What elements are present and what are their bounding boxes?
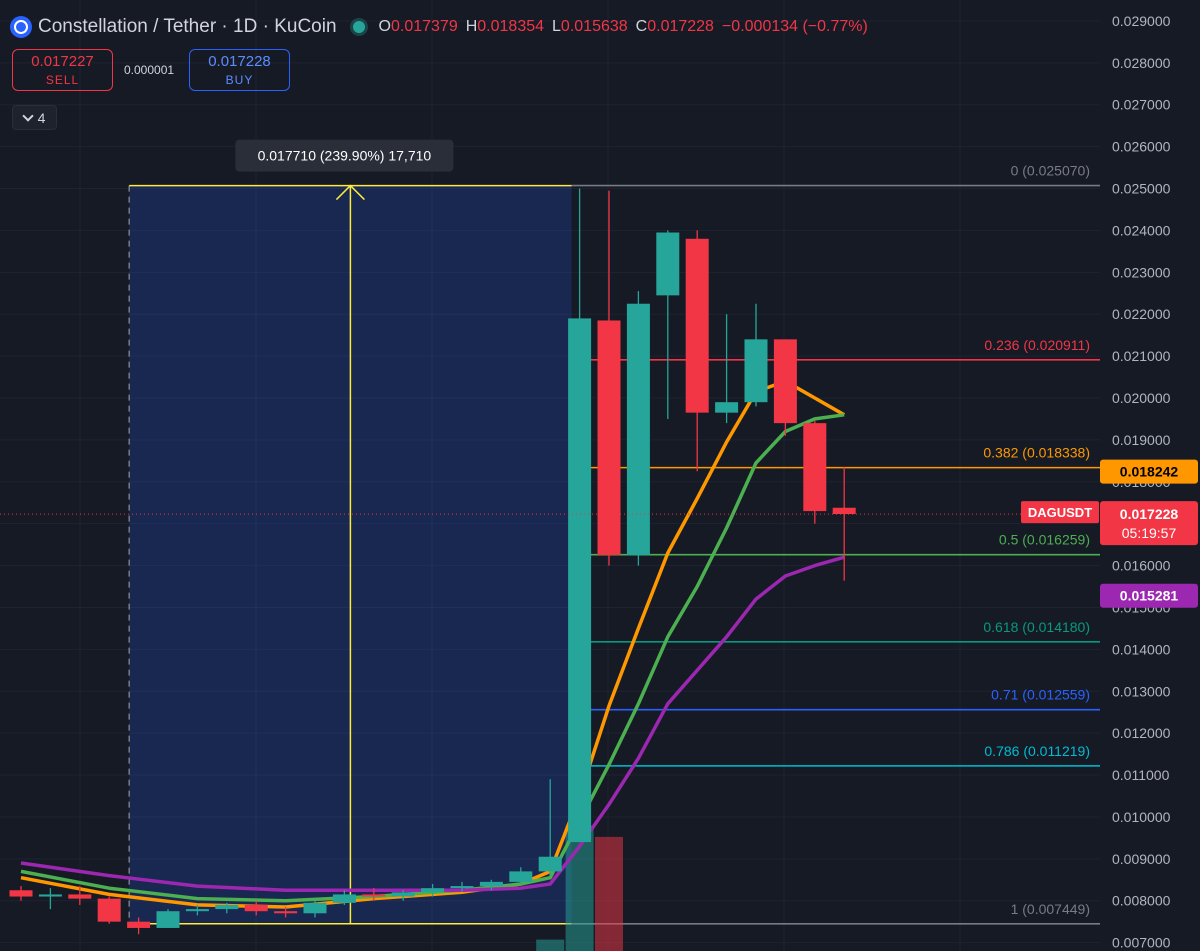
candle <box>773 339 797 436</box>
price-axis-tick: 0.022000 <box>1112 306 1171 322</box>
bar-countdown: 05:19:57 <box>1122 525 1177 541</box>
fib-retracement: 0 (0.025070) 0.236 (0.020911) 0.382 (0.018… <box>571 163 1100 925</box>
fib-level-label: 1 (0.007449) <box>1011 901 1090 917</box>
fib-level-label: 0 (0.025070) <box>1011 163 1090 179</box>
candle <box>656 230 680 419</box>
candle <box>38 888 62 910</box>
price-axis-tick: 0.010000 <box>1112 809 1171 825</box>
candle-body <box>803 423 827 512</box>
candle-body <box>685 238 709 413</box>
candle-body <box>127 921 151 928</box>
candle-body <box>244 904 268 912</box>
candle <box>597 190 621 566</box>
price-axis-tick: 0.024000 <box>1112 222 1171 238</box>
candle <box>803 421 827 524</box>
price-axis-tick: 0.012000 <box>1112 725 1171 741</box>
symbol-tag: DAGUSDT <box>1028 505 1092 520</box>
candle-body <box>38 894 62 897</box>
candle-body <box>479 881 503 887</box>
candle-body <box>68 894 92 899</box>
indicators-toggle-button[interactable]: 4 <box>12 105 57 130</box>
price-axis-tick: 0.019000 <box>1112 432 1171 448</box>
candle-body <box>332 894 356 903</box>
candle <box>715 314 739 424</box>
volume-bar <box>536 939 565 951</box>
price-axis-tick: 0.016000 <box>1112 558 1171 574</box>
chart-header: Constellation / Tether · 1D · KuCoin O0.… <box>10 14 868 40</box>
candle-body <box>715 402 739 413</box>
price-axis-tick: 0.026000 <box>1112 139 1171 155</box>
fib-level-label: 0.236 (0.020911) <box>984 337 1090 353</box>
ohlc-legend: O0.017379 H0.018354 L0.015638 C0.017228 … <box>378 18 868 35</box>
candle-body <box>832 507 856 515</box>
symbol-title[interactable]: Constellation / Tether · 1D · KuCoin <box>38 16 337 38</box>
price-chart[interactable]: 0.017710 (239.90%) 17,710 0 (0.025070) 0.2… <box>0 0 1200 951</box>
fib-level-label: 0.618 (0.014180) <box>983 619 1090 635</box>
ma-value-label: 0.015281 <box>1120 588 1179 604</box>
candle-body <box>597 320 621 556</box>
measure-label: 0.017710 (239.90%) 17,710 <box>258 148 432 164</box>
chevron-down-icon <box>21 109 34 122</box>
price-axis-tick: 0.007000 <box>1112 935 1171 951</box>
buy-label: BUY <box>225 73 254 87</box>
price-axis-tick: 0.021000 <box>1112 348 1171 364</box>
candle <box>9 886 33 901</box>
candle-body <box>773 339 797 424</box>
candle-body <box>744 339 768 403</box>
candle-body <box>421 888 445 893</box>
candle-body <box>215 904 239 910</box>
price-axis-tick: 0.023000 <box>1112 264 1171 280</box>
buy-button[interactable]: 0.017228 BUY <box>189 49 290 91</box>
sell-price: 0.017227 <box>31 53 94 70</box>
candle <box>626 291 650 566</box>
candle-body <box>362 894 386 897</box>
candle-body <box>303 902 327 914</box>
candle-body <box>626 303 650 556</box>
candle-body <box>391 892 415 897</box>
candle-body <box>509 871 533 882</box>
price-axis-tick: 0.008000 <box>1112 893 1171 909</box>
candle-body <box>450 886 474 889</box>
indicators-count: 4 <box>37 109 46 126</box>
price-axis: 0.007000 0.008000 0.009000 0.010000 0.011000… <box>1021 0 1200 951</box>
price-axis-tick: 0.013000 <box>1112 683 1171 699</box>
volume-bar <box>595 836 623 951</box>
market-open-icon <box>352 21 365 33</box>
fib-level-label: 0.786 (0.011219) <box>984 743 1090 759</box>
candle-body <box>97 898 121 922</box>
price-axis-tick: 0.020000 <box>1112 390 1171 406</box>
last-price-value: 0.017228 <box>1120 506 1179 522</box>
fib-level-label: 0.382 (0.018338) <box>983 445 1090 461</box>
candle-body <box>156 911 180 928</box>
buy-price: 0.017228 <box>208 53 271 70</box>
sell-button[interactable]: 0.017227 SELL <box>12 49 113 91</box>
fib-level-label: 0.5 (0.016259) <box>999 532 1090 548</box>
price-change: −0.000134 (−0.77%) <box>721 18 868 35</box>
constellation-logo-icon <box>10 16 32 38</box>
candle-body <box>185 909 209 912</box>
fib-level-label: 0.71 (0.012559) <box>991 687 1090 703</box>
candle <box>97 896 121 924</box>
candle-body <box>568 318 592 843</box>
price-axis-tick: 0.014000 <box>1112 641 1171 657</box>
spread-value: 0.000001 <box>124 63 175 77</box>
candle <box>156 909 180 928</box>
candle <box>685 230 709 472</box>
ma-value-label: 0.018242 <box>1120 464 1179 480</box>
candle-body <box>274 911 298 914</box>
candle-body <box>9 890 33 897</box>
price-axis-tick: 0.025000 <box>1112 181 1171 197</box>
price-axis-tick: 0.028000 <box>1112 55 1171 71</box>
sell-label: SELL <box>45 73 80 87</box>
price-axis-tick: 0.011000 <box>1112 767 1170 783</box>
price-axis-tick: 0.009000 <box>1112 851 1171 867</box>
price-axis-tick: 0.027000 <box>1112 97 1171 113</box>
candle <box>744 303 768 407</box>
price-axis-tick: 0.029000 <box>1112 13 1171 29</box>
candle-body <box>538 856 562 872</box>
candle-body <box>656 232 680 296</box>
